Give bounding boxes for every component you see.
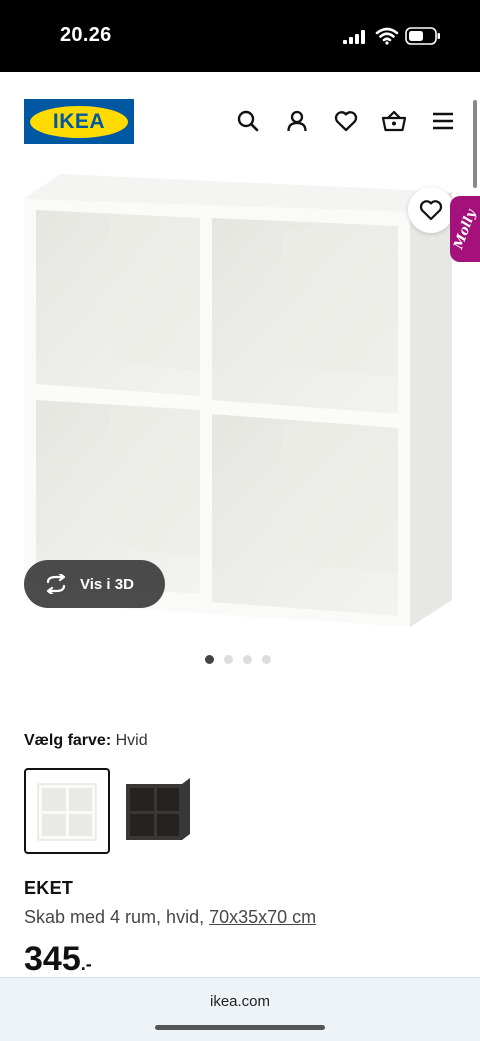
home-indicator[interactable] [155,1025,325,1030]
view-in-3d-button[interactable]: Vis i 3D [24,560,165,608]
color-picker-title: Vælg farve: [24,732,112,749]
carousel-dot[interactable] [205,655,214,664]
status-time: 20.26 [60,24,112,46]
cellular-signal-icon [343,30,365,44]
rotate-3d-icon [46,574,66,594]
ikea-logo[interactable]: IKEA [24,99,134,144]
heart-icon[interactable] [333,108,359,134]
user-icon[interactable] [284,108,310,134]
view-in-3d-label: Vis i 3D [80,575,134,593]
basket-icon[interactable] [381,108,407,134]
product-name: EKET [24,878,74,898]
search-icon[interactable] [235,108,261,134]
carousel-dot[interactable] [243,655,252,664]
molly-label: Molly [451,207,479,251]
product-dimensions-link[interactable]: 70x35x70 cm [209,907,316,927]
site-header: IKEA [0,72,480,172]
white-cabinet-thumbnail [37,783,97,841]
color-swatch-dark-grey[interactable] [116,768,202,854]
selected-color-name: Hvid [115,732,148,749]
wifi-icon [375,27,399,45]
product-price: 345.- [24,940,92,979]
dark-grey-cabinet-thumbnail [126,778,190,840]
carousel-dot[interactable] [262,655,271,664]
menu-icon[interactable] [430,108,456,134]
heart-icon [419,200,443,221]
color-picker-label: Vælg farve: Hvid [24,732,148,750]
add-to-favourites-button[interactable] [408,187,454,233]
logo-text: IKEA [52,109,106,133]
logo-oval: IKEA [30,105,128,138]
product-description-text: Skab med 4 rum, hvid, [24,907,210,927]
browser-url: ikea.com [209,993,271,1010]
browser-address-bar[interactable]: ikea.com [0,977,480,1041]
battery-icon [405,27,440,45]
price-amount: 345 [24,940,81,978]
status-bar: 20.26 [0,0,480,72]
molly-assistant-tab[interactable]: Molly [450,196,480,262]
image-carousel-dots [205,655,271,664]
color-swatch-white[interactable] [24,768,110,854]
product-description: Skab med 4 rum, hvid, 70x35x70 cm [24,907,316,928]
price-suffix: .- [80,954,92,974]
carousel-dot[interactable] [224,655,233,664]
